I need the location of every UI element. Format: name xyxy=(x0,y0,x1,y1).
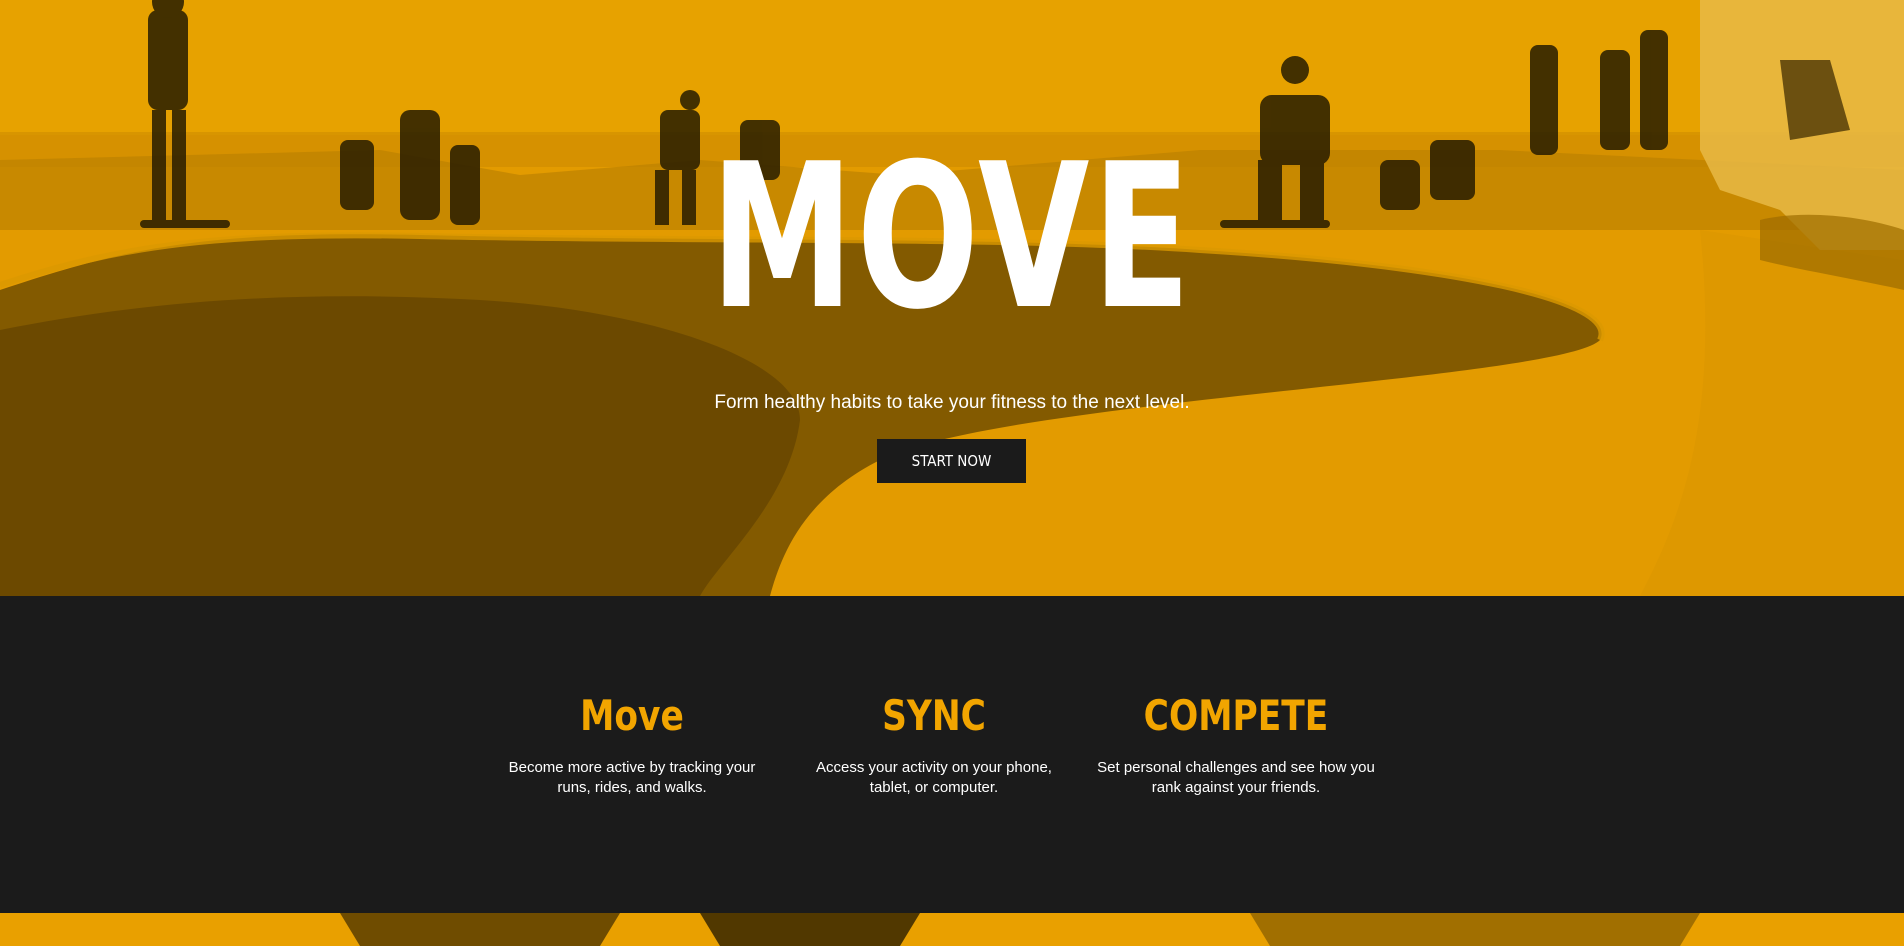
next-section-photo xyxy=(0,913,1904,946)
feature-sync: SYNC Access your activity on your phone,… xyxy=(794,688,1074,798)
hero-content: MOVE Form healthy habits to take your fi… xyxy=(0,0,1904,596)
feature-description: Access your activity on your phone, tabl… xyxy=(816,759,1052,796)
features-section: Move Become more active by tracking your… xyxy=(0,596,1904,913)
feature-title: Move xyxy=(580,691,684,740)
next-section-image xyxy=(0,913,1904,946)
hero-section: MOVE Form healthy habits to take your fi… xyxy=(0,0,1904,596)
hero-subtitle: Form healthy habits to take your fitness… xyxy=(714,392,1190,413)
feature-title: SYNC xyxy=(882,691,986,740)
feature-description: Set personal challenges and see how you … xyxy=(1097,759,1375,796)
start-now-button[interactable]: START NOW xyxy=(877,439,1026,483)
feature-compete: COMPETE Set personal challenges and see … xyxy=(1096,688,1376,798)
feature-move: Move Become more active by tracking your… xyxy=(492,688,772,798)
hero-title: MOVE xyxy=(710,121,1194,354)
feature-description: Become more active by tracking your runs… xyxy=(508,759,756,796)
feature-title: COMPETE xyxy=(1143,691,1329,740)
